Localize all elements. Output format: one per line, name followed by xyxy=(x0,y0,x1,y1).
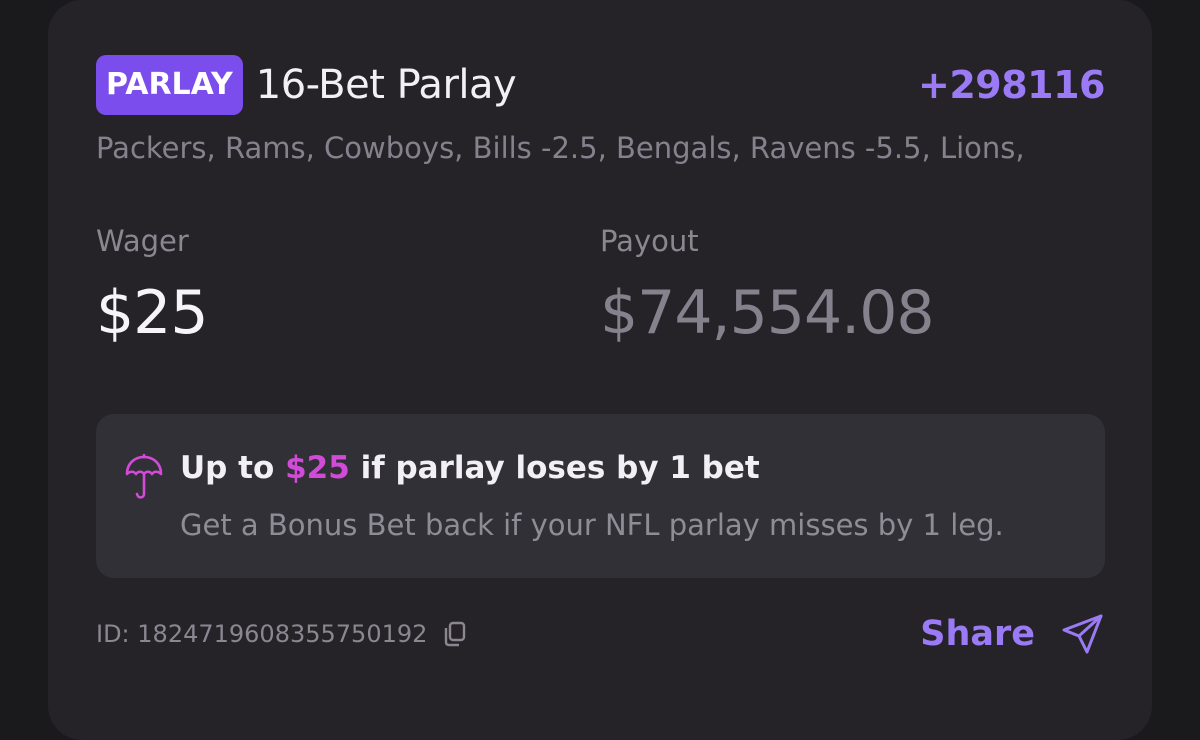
bet-card: PARLAY 16-Bet Parlay +298116 Packers, Ra… xyxy=(48,0,1152,740)
umbrella-icon xyxy=(125,454,163,499)
promo-title-prefix: Up to xyxy=(180,450,286,486)
bet-id: ID: 1824719608355750192 xyxy=(96,620,428,648)
promo-description: Get a Bonus Bet back if your NFL parlay … xyxy=(180,508,1004,542)
promo-amount: $25 xyxy=(285,450,350,486)
share-button[interactable]: Share xyxy=(920,612,1105,656)
share-label: Share xyxy=(920,614,1035,654)
promo-title-suffix: if parlay loses by 1 bet xyxy=(349,450,760,486)
promo-title: Up to $25 if parlay loses by 1 bet xyxy=(180,450,760,486)
parlay-legs-summary: Packers, Rams, Cowboys, Bills -2.5, Beng… xyxy=(96,131,1025,165)
bet-footer: ID: 1824719608355750192 Share xyxy=(96,612,1105,656)
wager-label: Wager xyxy=(96,224,189,258)
payout-label: Payout xyxy=(600,224,699,258)
bet-header: PARLAY 16-Bet Parlay +298116 xyxy=(96,55,1105,115)
copy-icon[interactable] xyxy=(441,620,469,648)
bet-title: 16-Bet Parlay xyxy=(255,62,517,108)
parlay-insurance-promo: Up to $25 if parlay loses by 1 bet Get a… xyxy=(96,414,1105,578)
payout-block: Payout $74,554.08 xyxy=(600,222,935,350)
bet-odds: +298116 xyxy=(918,63,1105,107)
payout-amount: $74,554.08 xyxy=(600,278,935,348)
send-icon xyxy=(1062,614,1103,654)
wager-amount: $25 xyxy=(96,278,209,348)
wager-block: Wager $25 xyxy=(96,222,209,350)
bet-type-badge: PARLAY xyxy=(96,55,243,115)
